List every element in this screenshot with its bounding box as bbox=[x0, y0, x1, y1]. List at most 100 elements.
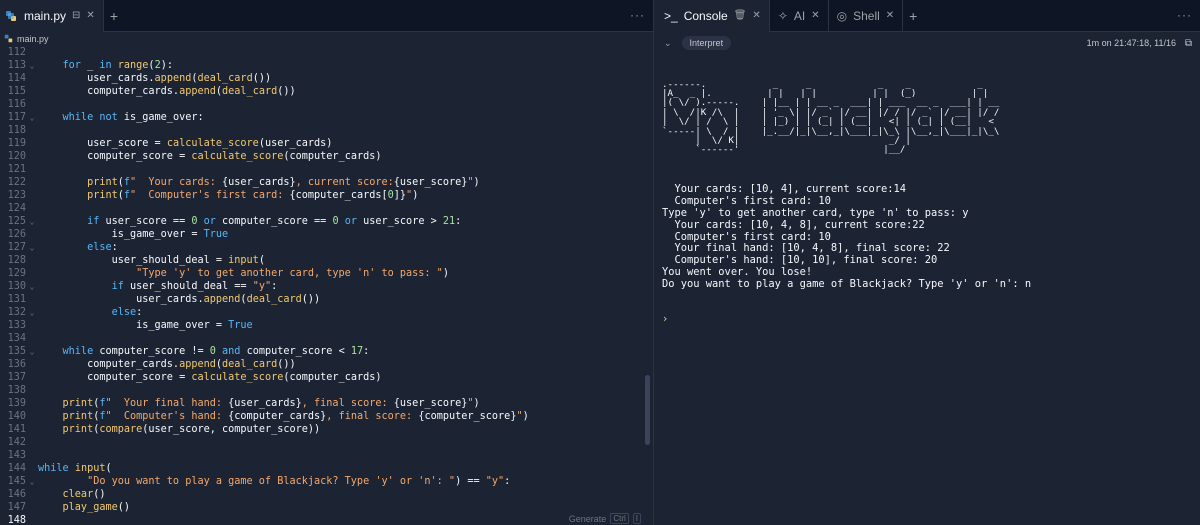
fold-chevron-icon[interactable]: ⌄ bbox=[26, 306, 38, 319]
code-token: ( bbox=[258, 255, 265, 266]
code-line[interactable]: 144 while input( bbox=[0, 462, 653, 475]
line-source: clear() bbox=[38, 488, 106, 501]
fold-chevron-icon[interactable]: ⌄ bbox=[26, 215, 38, 228]
code-line[interactable]: 132 ⌄ else: bbox=[0, 306, 653, 319]
code-line[interactable]: 134 bbox=[0, 332, 653, 345]
line-number: 144 bbox=[7, 463, 26, 474]
code-token: user_score > bbox=[363, 216, 443, 227]
editor-scrollbar[interactable] bbox=[645, 375, 650, 445]
code-token: ) bbox=[412, 190, 419, 201]
fold-gutter bbox=[26, 150, 38, 163]
fold-chevron-icon[interactable]: ⌄ bbox=[26, 111, 38, 124]
tab-console[interactable]: >_ Console 🗑 ✕ bbox=[656, 0, 770, 32]
tab-shell[interactable]: ◎ Shell ✕ bbox=[829, 0, 904, 32]
code-line[interactable]: 122 print(f" Your cards: {user_cards}, c… bbox=[0, 176, 653, 189]
code-line[interactable]: 148 bbox=[0, 514, 653, 525]
close-icon[interactable]: ✕ bbox=[811, 10, 819, 21]
new-tab-icon[interactable]: + bbox=[110, 8, 118, 24]
fold-gutter bbox=[26, 319, 38, 332]
fold-gutter bbox=[26, 176, 38, 189]
code-line[interactable]: 141 print(compare(user_score, computer_s… bbox=[0, 423, 653, 436]
code-line[interactable]: 131 user_cards.append(deal_card()) bbox=[0, 293, 653, 306]
line-number: 134 bbox=[7, 333, 26, 344]
code-line[interactable]: 113 ⌄ for _ in range(2): bbox=[0, 59, 653, 72]
line-number: 118 bbox=[7, 125, 26, 136]
chevron-down-icon[interactable]: ⌄ bbox=[664, 38, 672, 49]
code-line[interactable]: 139 print(f" Your final hand: {user_card… bbox=[0, 397, 653, 410]
line-source: "Type 'y' to get another card, type 'n' … bbox=[38, 267, 449, 280]
split-icon[interactable]: ⊟ bbox=[72, 10, 80, 21]
code-line[interactable]: 126 is_game_over = True bbox=[0, 228, 653, 241]
code-token: input bbox=[74, 463, 106, 474]
code-token: ()) bbox=[301, 294, 321, 305]
code-token: calculate_score bbox=[166, 138, 259, 149]
fold-chevron-icon[interactable]: ⌄ bbox=[26, 475, 38, 488]
more-options-icon[interactable]: ··· bbox=[1177, 8, 1192, 22]
fold-gutter bbox=[26, 293, 38, 306]
code-line[interactable]: 138 bbox=[0, 384, 653, 397]
line-number: 114 bbox=[7, 73, 26, 84]
code-line[interactable]: 129 "Type 'y' to get another card, type … bbox=[0, 267, 653, 280]
code-token: else bbox=[38, 242, 112, 253]
code-line[interactable]: 115 computer_cards.append(deal_card()) bbox=[0, 85, 653, 98]
code-line[interactable]: 130 ⌄ if user_should_deal == "y": bbox=[0, 280, 653, 293]
code-line[interactable]: 127 ⌄ else: bbox=[0, 241, 653, 254]
code-line[interactable]: 119 user_score = calculate_score(user_ca… bbox=[0, 137, 653, 150]
code-line[interactable]: 124 bbox=[0, 202, 653, 215]
code-token: calculate_score bbox=[191, 151, 284, 162]
tab-ai[interactable]: ✧ AI ✕ bbox=[770, 0, 829, 32]
code-line[interactable]: 125 ⌄ if user_score == 0 or computer_scor… bbox=[0, 215, 653, 228]
code-token: () bbox=[117, 502, 131, 513]
code-line[interactable]: 146 clear() bbox=[0, 488, 653, 501]
fold-chevron-icon[interactable]: ⌄ bbox=[26, 241, 38, 254]
new-tab-icon[interactable]: + bbox=[909, 8, 917, 24]
line-number: 148 bbox=[7, 515, 26, 525]
fold-gutter bbox=[26, 358, 38, 371]
code-line[interactable]: 118 bbox=[0, 124, 653, 137]
code-line[interactable]: 137 computer_score = calculate_score(com… bbox=[0, 371, 653, 384]
code-line[interactable]: 133 is_game_over = True bbox=[0, 319, 653, 332]
code-line[interactable]: 114 user_cards.append(deal_card()) bbox=[0, 72, 653, 85]
code-token: True bbox=[228, 320, 253, 331]
code-token: user_score == bbox=[105, 216, 192, 227]
fold-chevron-icon[interactable]: ⌄ bbox=[26, 280, 38, 293]
code-line[interactable]: 120 computer_score = calculate_score(com… bbox=[0, 150, 653, 163]
code-token: play_game bbox=[38, 502, 118, 513]
code-token: computer_score = bbox=[38, 372, 192, 383]
fold-gutter bbox=[26, 462, 38, 475]
code-token: append bbox=[154, 73, 192, 84]
code-line[interactable]: 112 bbox=[0, 46, 653, 59]
close-icon[interactable]: ✕ bbox=[86, 10, 94, 21]
clipboard-icon[interactable]: ⧉ bbox=[1185, 38, 1192, 49]
code-editor[interactable]: 112 113 ⌄ for _ in range(2): 114 user_cards… bbox=[0, 46, 653, 525]
breadcrumb-file[interactable]: main.py bbox=[17, 34, 49, 44]
line-number: 128 bbox=[7, 255, 26, 266]
fold-chevron-icon[interactable]: ⌄ bbox=[26, 59, 38, 72]
line-number: 121 bbox=[7, 164, 26, 175]
fold-chevron-icon[interactable]: ⌄ bbox=[26, 345, 38, 358]
code-line[interactable]: 145 ⌄ "Do you want to play a game of Blac… bbox=[0, 475, 653, 488]
line-source: "Do you want to play a game of Blackjack… bbox=[38, 475, 510, 488]
close-icon[interactable]: ✕ bbox=[752, 10, 760, 21]
code-line[interactable]: 123 print(f" Computer's first card: {com… bbox=[0, 189, 653, 202]
close-icon[interactable]: ✕ bbox=[886, 10, 894, 21]
code-token: 0 bbox=[191, 216, 204, 227]
code-line[interactable]: 136 computer_cards.append(deal_card()) bbox=[0, 358, 653, 371]
tab-main-py[interactable]: main.py ⊟ ✕ bbox=[0, 0, 104, 32]
code-line[interactable]: 142 bbox=[0, 436, 653, 449]
code-line[interactable]: 117 ⌄ while not is_game_over: bbox=[0, 111, 653, 124]
code-line[interactable]: 143 bbox=[0, 449, 653, 462]
line-number: 139 bbox=[7, 398, 26, 409]
console-prompt[interactable]: › bbox=[662, 313, 1194, 326]
code-line[interactable]: 135 ⌄ while computer_score != 0 and compu… bbox=[0, 345, 653, 358]
editor-tabbar: main.py ⊟ ✕ + ··· bbox=[0, 0, 653, 32]
console-output: .------. _ _ _ _ _ |A_ _ |. | | | | | | … bbox=[662, 56, 1194, 525]
more-options-icon[interactable]: ··· bbox=[630, 8, 645, 22]
code-line[interactable]: 140 print(f" Computer's hand: {computer_… bbox=[0, 410, 653, 423]
code-line[interactable]: 128 user_should_deal = input( bbox=[0, 254, 653, 267]
code-line[interactable]: 147 play_game() bbox=[0, 501, 653, 514]
code-line[interactable]: 116 bbox=[0, 98, 653, 111]
code-line[interactable]: 121 bbox=[0, 163, 653, 176]
trash-icon[interactable]: 🗑 bbox=[734, 10, 747, 21]
generate-hint[interactable]: Generate Ctrl I bbox=[569, 513, 641, 524]
